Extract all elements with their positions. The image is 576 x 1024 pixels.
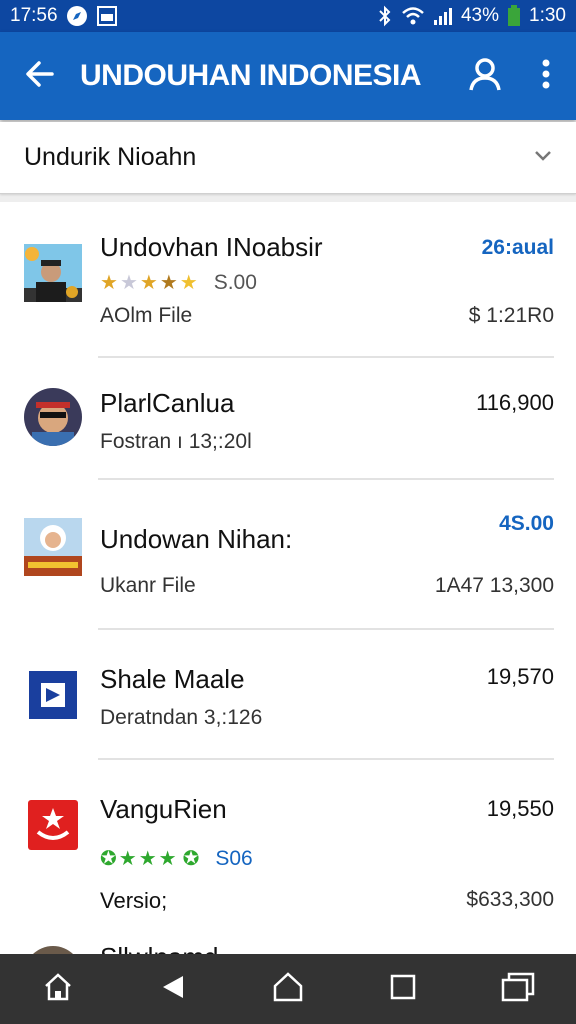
download-list: Undovhan INoabsir ★ ★ ★ ★ ★ S.00 AOlm Fi… — [0, 202, 576, 954]
item-title: PlarlCanlua — [100, 388, 235, 418]
list-item[interactable]: PlarlCanlua Fostran ı 13;:20l 116,900 — [0, 358, 576, 480]
page-title: UNDOUHAN INDONESIA — [80, 59, 422, 92]
nav-recents-button[interactable] — [373, 959, 433, 1019]
star-icon: ★ — [138, 848, 157, 870]
nav-multiwindow-button[interactable] — [488, 959, 548, 1019]
list-item[interactable]: VanguRien ✪ ★ ★ ★ ✪ S06 Versio; 19,550 $… — [0, 760, 576, 940]
back-arrow-icon — [24, 58, 56, 95]
item-avatar — [24, 946, 82, 954]
item-meta-top: 116,900 — [476, 390, 554, 415]
account-icon — [467, 56, 503, 97]
filter-dropdown-label: Undurik Nioahn — [24, 143, 197, 171]
bluetooth-icon — [377, 5, 393, 27]
item-subtitle: Fostran ı 13;:20l — [100, 430, 252, 453]
item-meta-top: 26:aual — [481, 236, 554, 259]
item-title: Sllwlnamd — [100, 942, 219, 954]
star-icon: ★ — [118, 848, 137, 870]
list-item[interactable]: Undowan Nihan: Ukanr File 4S.00 1A47 13,… — [0, 480, 576, 630]
rating-stars: ✪ ★ ★ ★ ✪ S06 — [100, 846, 253, 871]
item-thumbnail — [24, 518, 82, 576]
item-meta-top: 19,570 — [486, 664, 554, 689]
rating-value: S.00 — [213, 270, 257, 294]
image-icon — [96, 5, 118, 27]
list-item[interactable]: Undovhan INoabsir ★ ★ ★ ★ ★ S.00 AOlm Fi… — [0, 202, 576, 358]
rating-stars: ★ ★ ★ ★ ★ S.00 — [100, 270, 257, 295]
star-icon: ★ — [119, 272, 138, 294]
item-meta-bottom: $633,300 — [466, 888, 554, 911]
compass-icon — [66, 5, 88, 27]
star-icon: ★ — [179, 272, 198, 294]
more-options-button[interactable] — [516, 32, 576, 120]
status-time-right: 1:30 — [529, 5, 566, 26]
item-meta-bottom: $ 1:21R0 — [468, 304, 554, 327]
filter-dropdown[interactable]: Undurik Nioahn — [0, 122, 576, 194]
multiwindow-icon — [501, 972, 535, 1007]
recents-square-icon — [389, 973, 417, 1006]
status-bar: 17:56 43% 1:30 — [0, 0, 576, 32]
navigation-bar — [0, 954, 576, 1024]
list-item[interactable]: Shale Maale Deratndan 3,:126 19,570 — [0, 630, 576, 760]
item-meta-top: 19,550 — [486, 796, 554, 821]
back-triangle-icon — [159, 973, 187, 1006]
star-icon: ★ — [100, 272, 118, 294]
star-icon: ★ — [158, 848, 177, 870]
back-button[interactable] — [0, 32, 80, 120]
item-title: Undovhan INoabsir — [100, 232, 323, 262]
item-avatar — [24, 388, 82, 446]
signal-icon — [433, 6, 453, 26]
nav-home-center-button[interactable] — [258, 959, 318, 1019]
item-title: VanguRien — [100, 794, 227, 824]
item-subtitle: Versio; — [100, 888, 168, 913]
list-item[interactable]: Sllwlnamd — [0, 940, 576, 954]
battery-icon — [507, 5, 521, 27]
item-subtitle: Deratndan 3,:126 — [100, 706, 263, 729]
item-subtitle: AOlm File — [100, 304, 193, 327]
account-button[interactable] — [454, 32, 516, 120]
battery-percent: 43% — [460, 5, 500, 26]
item-title: Shale Maale — [100, 664, 245, 694]
chevron-down-icon — [534, 149, 552, 167]
star-outline-icon: ✪ — [182, 848, 200, 870]
wifi-icon — [401, 6, 425, 26]
item-app-icon — [24, 796, 82, 854]
nav-home-button[interactable] — [28, 959, 88, 1019]
item-meta-bottom: 1A47 13,300 — [434, 574, 554, 597]
star-outline-icon: ✪ — [100, 848, 117, 870]
app-bar: UNDOUHAN INDONESIA — [0, 32, 576, 120]
home-circle-icon — [272, 971, 304, 1008]
rating-value: S06 — [215, 846, 253, 870]
item-thumbnail — [24, 244, 82, 302]
item-title: Undowan Nihan: — [100, 524, 293, 554]
item-meta-top: 4S.00 — [499, 512, 554, 535]
home-icon — [43, 972, 73, 1007]
item-subtitle: Ukanr File — [100, 574, 196, 597]
nav-back-button[interactable] — [143, 959, 203, 1019]
star-icon: ★ — [139, 272, 158, 294]
status-time-left: 17:56 — [10, 5, 58, 26]
status-left: 17:56 — [10, 5, 118, 27]
star-icon: ★ — [159, 272, 178, 294]
more-vert-icon — [541, 58, 551, 95]
status-right: 43% 1:30 — [377, 5, 566, 27]
item-app-icon — [24, 666, 82, 724]
